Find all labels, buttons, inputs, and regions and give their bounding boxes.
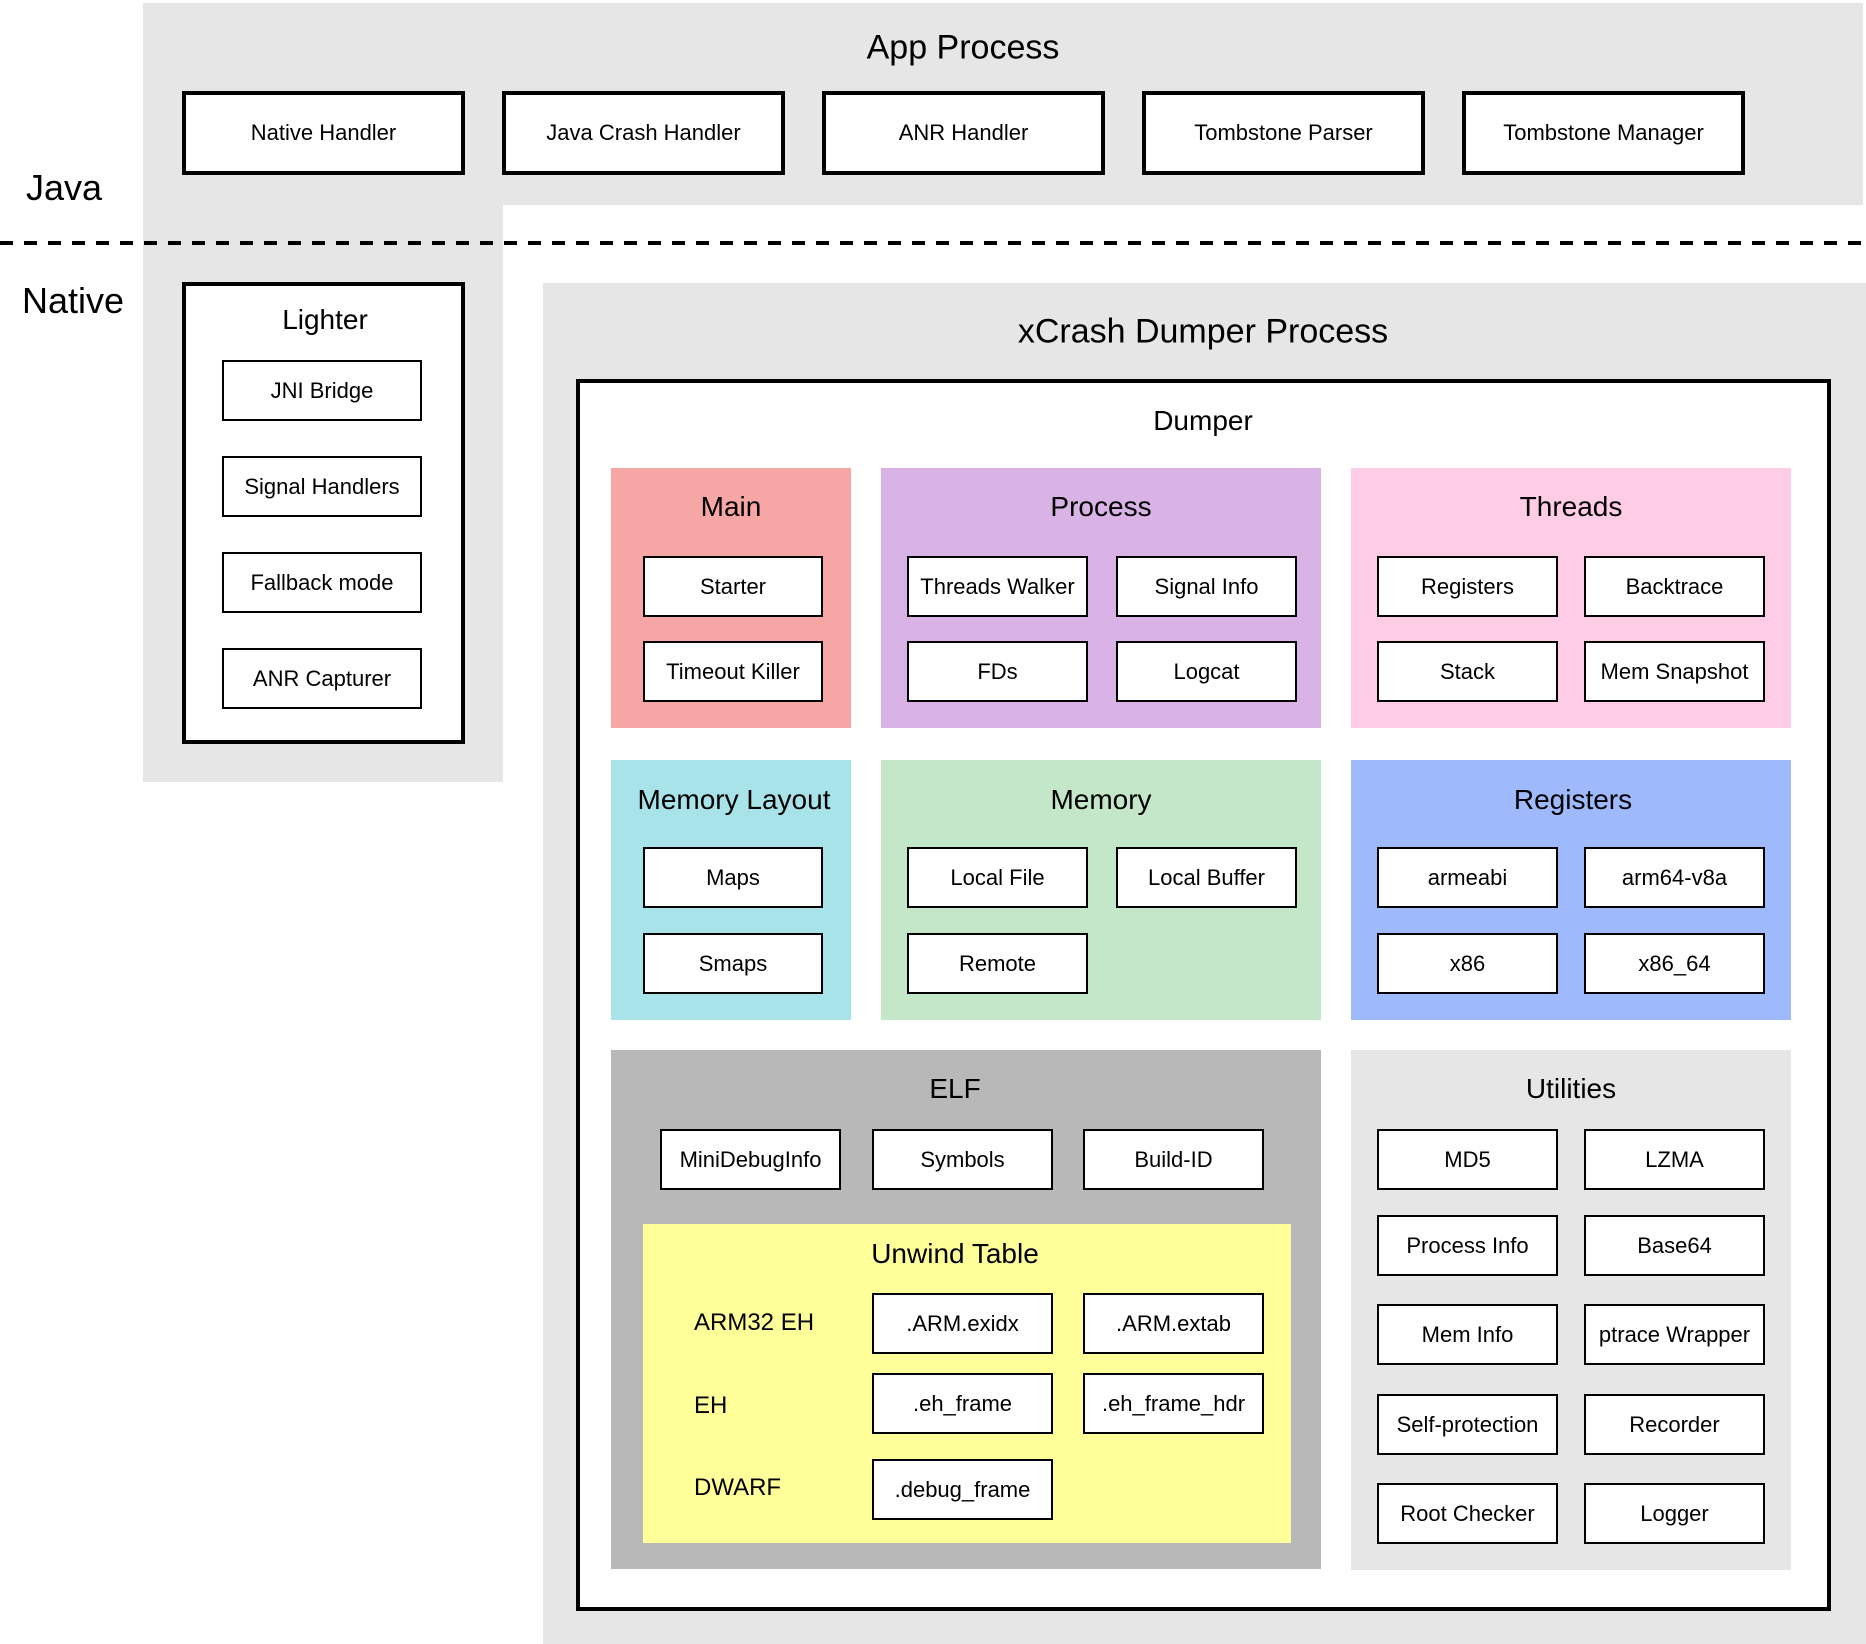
ptrace-wrapper-box[interactable]: ptrace Wrapper xyxy=(1584,1304,1765,1365)
threads-module-title: Threads xyxy=(1519,491,1623,522)
timeout-killer-box[interactable]: Timeout Killer xyxy=(643,641,823,702)
debug-frame-box[interactable]: .debug_frame xyxy=(872,1459,1053,1520)
mem-info-box[interactable]: Mem Info xyxy=(1377,1304,1558,1365)
arm-exidx-box[interactable]: .ARM.exidx xyxy=(872,1293,1053,1354)
fds-box[interactable]: FDs xyxy=(907,641,1088,702)
main-module-title: Main xyxy=(700,491,762,522)
signal-handlers-box[interactable]: Signal Handlers xyxy=(222,456,422,517)
app-process-title: App Process xyxy=(866,28,1060,67)
signal-info-box[interactable]: Signal Info xyxy=(1116,556,1297,617)
md5-box[interactable]: MD5 xyxy=(1377,1129,1558,1190)
eh-frame-hdr-box[interactable]: .eh_frame_hdr xyxy=(1083,1373,1264,1434)
anr-capturer-box[interactable]: ANR Capturer xyxy=(222,648,422,709)
fallback-mode-box[interactable]: Fallback mode xyxy=(222,552,422,613)
tombstone-manager-box[interactable]: Tombstone Manager xyxy=(1462,91,1745,175)
x86-64-box[interactable]: x86_64 xyxy=(1584,933,1765,994)
dwarf-label: DWARF xyxy=(694,1474,782,1501)
self-protection-box[interactable]: Self-protection xyxy=(1377,1394,1558,1455)
java-crash-handler-box[interactable]: Java Crash Handler xyxy=(502,91,785,175)
local-file-box[interactable]: Local File xyxy=(907,847,1088,908)
memory-module-title: Memory xyxy=(1050,784,1152,815)
starter-box[interactable]: Starter xyxy=(643,556,823,617)
backtrace-box[interactable]: Backtrace xyxy=(1584,556,1765,617)
remote-box[interactable]: Remote xyxy=(907,933,1088,994)
symbols-box[interactable]: Symbols xyxy=(872,1129,1053,1190)
registers-module-title: Registers xyxy=(1513,784,1633,815)
arm-extab-box[interactable]: .ARM.extab xyxy=(1083,1293,1264,1354)
native-handler-box[interactable]: Native Handler xyxy=(182,91,465,175)
registers-box[interactable]: Registers xyxy=(1377,556,1558,617)
lighter-title: Lighter xyxy=(282,304,368,335)
java-native-divider xyxy=(0,241,1866,245)
mem-snapshot-box[interactable]: Mem Snapshot xyxy=(1584,641,1765,702)
threads-walker-box[interactable]: Threads Walker xyxy=(907,556,1088,617)
recorder-box[interactable]: Recorder xyxy=(1584,1394,1765,1455)
arm64-v8a-box[interactable]: arm64-v8a xyxy=(1584,847,1765,908)
lzma-box[interactable]: LZMA xyxy=(1584,1129,1765,1190)
memory-layout-title: Memory Layout xyxy=(637,784,831,815)
utilities-module-title: Utilities xyxy=(1525,1073,1617,1104)
smaps-box[interactable]: Smaps xyxy=(643,933,823,994)
dumper-process-title: xCrash Dumper Process xyxy=(1017,312,1389,351)
build-id-box[interactable]: Build-ID xyxy=(1083,1129,1264,1190)
root-checker-box[interactable]: Root Checker xyxy=(1377,1483,1558,1544)
java-layer-label: Java xyxy=(26,167,103,208)
base64-box[interactable]: Base64 xyxy=(1584,1215,1765,1276)
jni-bridge-box[interactable]: JNI Bridge xyxy=(222,360,422,421)
local-buffer-box[interactable]: Local Buffer xyxy=(1116,847,1297,908)
process-module-title: Process xyxy=(1050,491,1152,522)
minidebuginfo-box[interactable]: MiniDebugInfo xyxy=(660,1129,841,1190)
arm32-eh-label: ARM32 EH xyxy=(694,1309,815,1336)
anr-handler-box[interactable]: ANR Handler xyxy=(822,91,1105,175)
logcat-box[interactable]: Logcat xyxy=(1116,641,1297,702)
stack-box[interactable]: Stack xyxy=(1377,641,1558,702)
unwind-table-title: Unwind Table xyxy=(871,1238,1039,1269)
maps-box[interactable]: Maps xyxy=(643,847,823,908)
native-layer-label: Native xyxy=(22,280,125,321)
logger-box[interactable]: Logger xyxy=(1584,1483,1765,1544)
process-info-box[interactable]: Process Info xyxy=(1377,1215,1558,1276)
eh-label: EH xyxy=(694,1392,728,1419)
dumper-title: Dumper xyxy=(1153,405,1253,436)
elf-module-title: ELF xyxy=(929,1073,981,1104)
eh-frame-box[interactable]: .eh_frame xyxy=(872,1373,1053,1434)
x86-box[interactable]: x86 xyxy=(1377,933,1558,994)
armeabi-box[interactable]: armeabi xyxy=(1377,847,1558,908)
tombstone-parser-box[interactable]: Tombstone Parser xyxy=(1142,91,1425,175)
